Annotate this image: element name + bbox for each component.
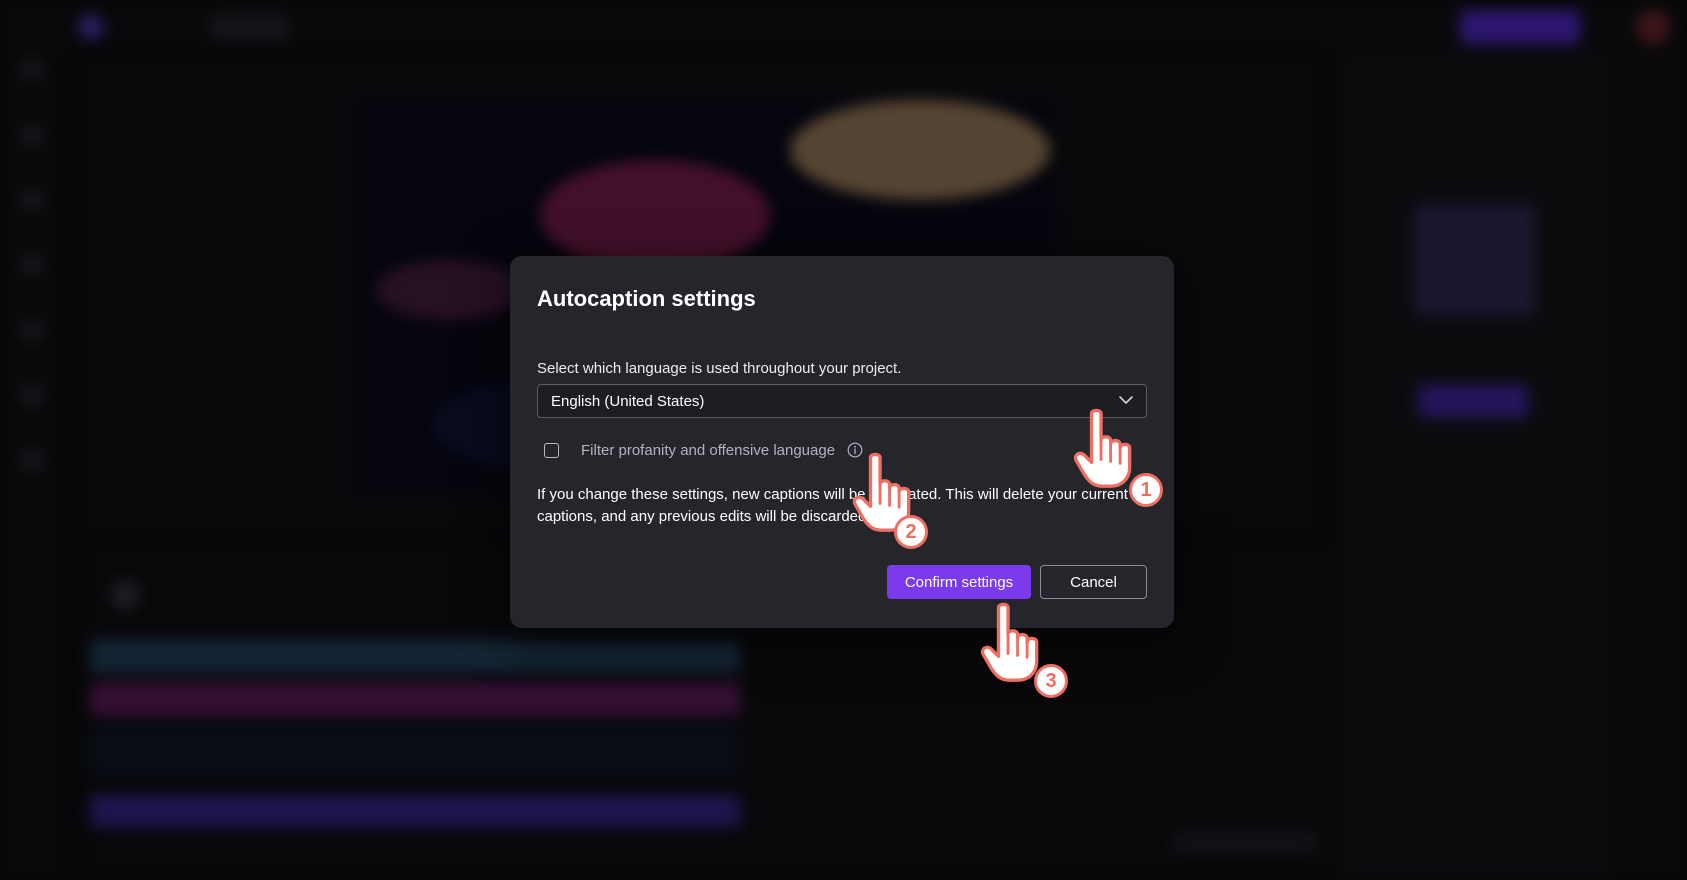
language-prompt: Select which language is used throughout… — [537, 360, 902, 377]
confirm-settings-button[interactable]: Confirm settings — [887, 565, 1031, 599]
warning-text: If you change these settings, new captio… — [537, 486, 1128, 525]
chevron-down-icon — [1119, 396, 1133, 404]
pointing-hand-icon — [1073, 408, 1132, 488]
callout-badge: 2 — [894, 515, 928, 549]
callout-badge: 1 — [1129, 473, 1163, 507]
cancel-button[interactable]: Cancel — [1040, 565, 1147, 599]
language-dropdown[interactable]: English (United States) — [537, 384, 1147, 418]
filter-profanity-label: Filter profanity and offensive language — [581, 442, 836, 459]
callout-badge: 3 — [1034, 664, 1068, 698]
pointing-hand-icon — [980, 602, 1039, 682]
filter-profanity-checkbox[interactable] — [544, 443, 559, 458]
dialog-title: Autocaption settings — [537, 286, 756, 311]
language-selected-value: English (United States) — [551, 393, 705, 410]
